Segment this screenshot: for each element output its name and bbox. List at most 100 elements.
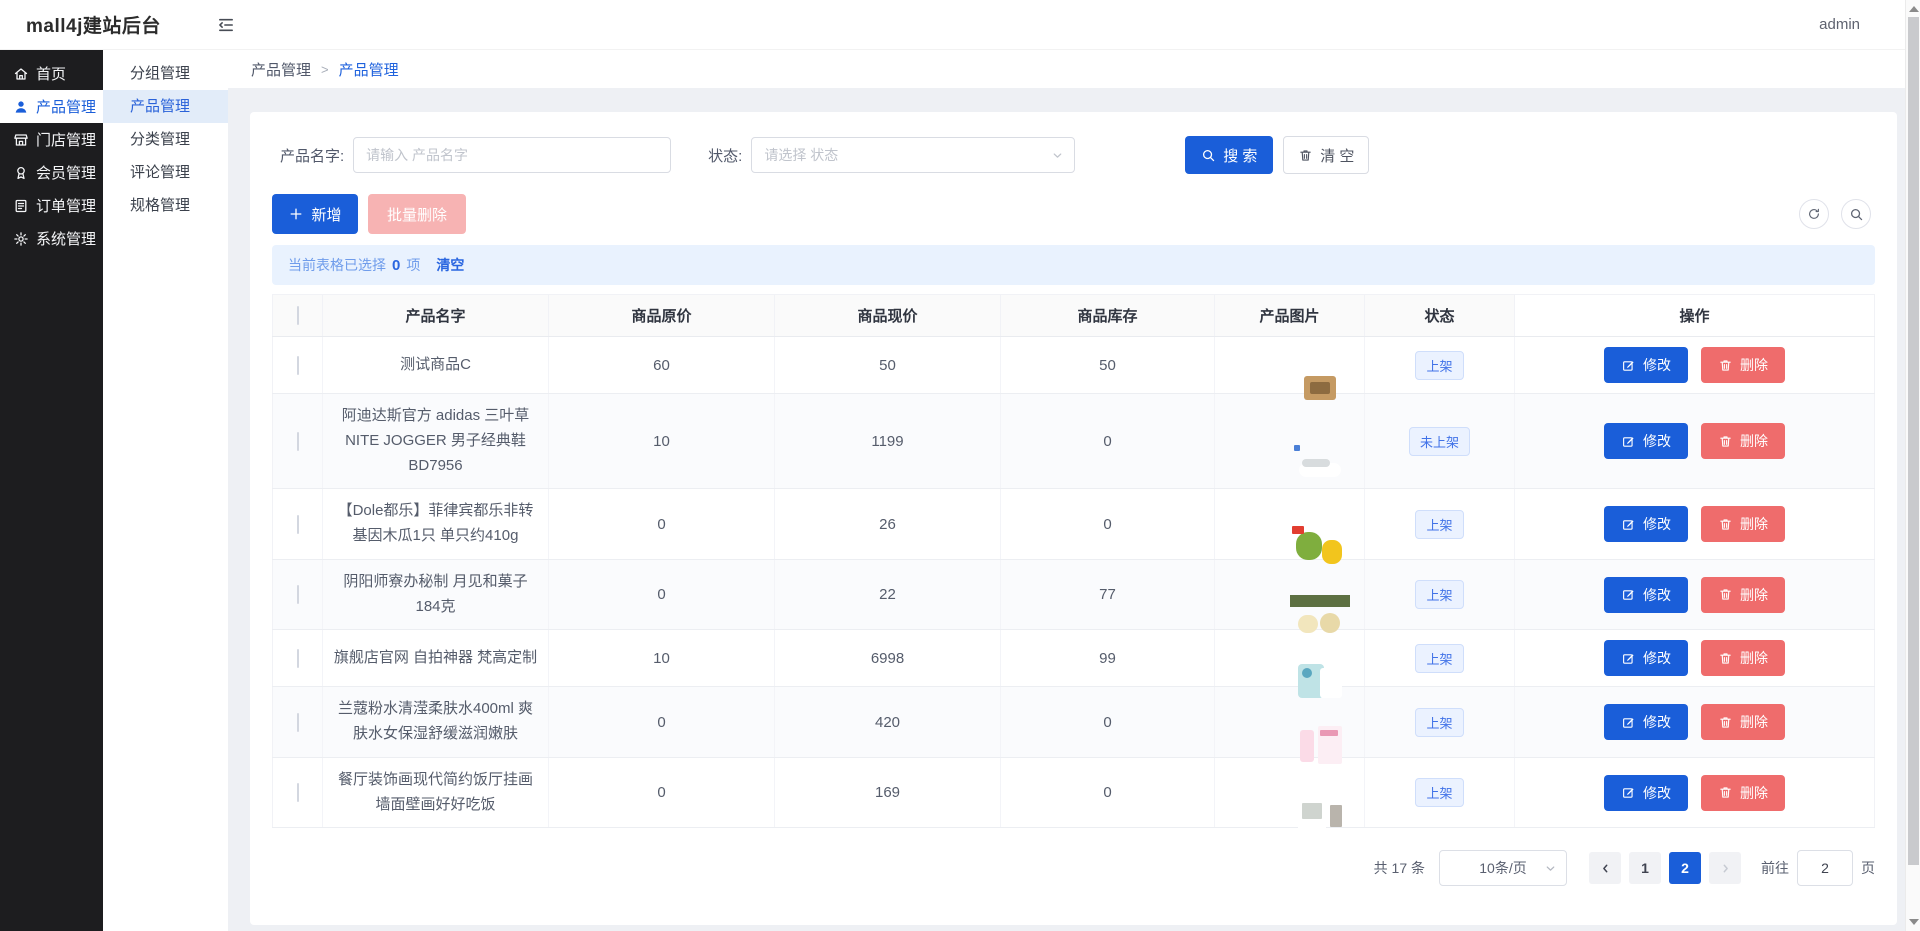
trash-icon <box>1718 651 1733 666</box>
submenu-item-评论管理[interactable]: 评论管理 <box>103 156 228 189</box>
original-price-cell: 0 <box>549 489 775 560</box>
delete-button[interactable]: 删除 <box>1701 704 1785 740</box>
submenu-item-分类管理[interactable]: 分类管理 <box>103 123 228 156</box>
delete-button[interactable]: 删除 <box>1701 423 1785 459</box>
sidebar-item-门店管理[interactable]: 门店管理 <box>0 123 103 156</box>
edit-button-label: 修改 <box>1643 585 1671 605</box>
clear-filters-button[interactable]: 清 空 <box>1283 136 1369 174</box>
sidebar-item-label: 会员管理 <box>36 162 96 183</box>
delete-button[interactable]: 删除 <box>1701 775 1785 811</box>
scrollbar-thumb[interactable] <box>1908 17 1919 865</box>
table-row: 【Dole都乐】菲律宾都乐非转基因木瓜1只 单只约410g0260上架修改删除 <box>273 489 1875 560</box>
submenu-item-产品管理[interactable]: 产品管理 <box>103 90 228 123</box>
select-all-checkbox[interactable] <box>297 306 299 325</box>
search-button[interactable]: 搜 索 <box>1185 136 1273 174</box>
page-number-2[interactable]: 2 <box>1669 852 1701 884</box>
product-image-cell <box>1215 630 1365 687</box>
edit-button[interactable]: 修改 <box>1604 775 1688 811</box>
row-checkbox[interactable] <box>297 713 299 732</box>
delete-button-label: 删除 <box>1740 431 1768 451</box>
edit-button-label: 修改 <box>1643 648 1671 668</box>
refresh-icon <box>1807 207 1821 221</box>
current-price-cell: 26 <box>775 489 1001 560</box>
scroll-down-icon[interactable] <box>1909 919 1919 925</box>
edit-icon <box>1621 715 1636 730</box>
stock-cell: 77 <box>1001 559 1215 630</box>
selection-clear-link[interactable]: 清空 <box>436 255 464 275</box>
next-page-button[interactable] <box>1709 852 1741 884</box>
toolbar-row: 新增 批量删除 <box>272 194 1875 234</box>
sidebar-item-订单管理[interactable]: 订单管理 <box>0 189 103 222</box>
status-badge: 上架 <box>1415 510 1463 539</box>
edit-button[interactable]: 修改 <box>1604 704 1688 740</box>
row-checkbox[interactable] <box>297 515 299 534</box>
actions-cell: 修改 删除 <box>1515 559 1875 630</box>
submenu-item-分组管理[interactable]: 分组管理 <box>103 57 228 90</box>
vertical-scrollbar[interactable] <box>1905 0 1920 931</box>
shop-icon <box>13 132 29 148</box>
table-row: 餐厅装饰画现代简约饭厅挂画墙面壁画好好吃饭01690上架修改删除 <box>273 757 1875 828</box>
sidebar-item-会员管理[interactable]: 会员管理 <box>0 156 103 189</box>
selection-unit: 项 <box>406 255 420 275</box>
page-number-1[interactable]: 1 <box>1629 852 1661 884</box>
breadcrumb-item-current[interactable]: 产品管理 <box>339 59 399 80</box>
table-row: 阿迪达斯官方 adidas 三叶草 NITE JOGGER 男子经典鞋 BD79… <box>273 394 1875 489</box>
search-icon <box>1849 207 1864 222</box>
status-select-placeholder: 请选择 状态 <box>764 145 838 165</box>
original-price-cell: 0 <box>549 559 775 630</box>
product-name-cell: 餐厅装饰画现代简约饭厅挂画墙面壁画好好吃饭 <box>323 757 549 828</box>
submenu-item-规格管理[interactable]: 规格管理 <box>103 189 228 222</box>
row-select-cell <box>273 687 323 758</box>
sidebar-item-首页[interactable]: 首页 <box>0 57 103 90</box>
row-checkbox[interactable] <box>297 585 299 604</box>
refresh-button[interactable] <box>1799 199 1829 229</box>
row-checkbox[interactable] <box>297 783 299 802</box>
row-checkbox[interactable] <box>297 432 299 451</box>
edit-button[interactable]: 修改 <box>1604 506 1688 542</box>
member-icon <box>13 165 29 181</box>
edit-button[interactable]: 修改 <box>1604 423 1688 459</box>
edit-button[interactable]: 修改 <box>1604 347 1688 383</box>
scroll-up-icon[interactable] <box>1909 6 1919 12</box>
page-size-select[interactable]: 10条/页 <box>1439 850 1567 886</box>
status-badge: 上架 <box>1415 580 1463 609</box>
pager: 12 <box>1589 852 1741 884</box>
batch-delete-label: 批量删除 <box>387 204 447 225</box>
stock-cell: 0 <box>1001 394 1215 489</box>
product-name-input[interactable] <box>353 137 671 173</box>
main-area: 产品管理 > 产品管理 产品名字: 状态: 请选择 状态 搜 索 清 空 <box>228 50 1920 931</box>
edit-button[interactable]: 修改 <box>1604 640 1688 676</box>
delete-button[interactable]: 删除 <box>1701 506 1785 542</box>
edit-button[interactable]: 修改 <box>1604 577 1688 613</box>
row-select-cell <box>273 757 323 828</box>
filter-row: 产品名字: 状态: 请选择 状态 搜 索 清 空 <box>272 136 1875 174</box>
breadcrumb-item-parent[interactable]: 产品管理 <box>251 59 311 80</box>
current-price-cell: 169 <box>775 757 1001 828</box>
gear-icon <box>13 231 29 247</box>
delete-button[interactable]: 删除 <box>1701 577 1785 613</box>
sidebar-collapse-icon[interactable] <box>217 16 235 34</box>
goto-page-input[interactable] <box>1797 850 1853 886</box>
stock-cell: 0 <box>1001 757 1215 828</box>
product-image-cell <box>1215 489 1365 560</box>
batch-delete-button[interactable]: 批量删除 <box>368 194 466 234</box>
delete-button[interactable]: 删除 <box>1701 640 1785 676</box>
delete-button-label: 删除 <box>1740 648 1768 668</box>
row-checkbox[interactable] <box>297 649 299 668</box>
table-row: 兰蔻粉水清滢柔肤水400ml 爽肤水女保湿舒缓滋润嫩肤04200上架修改删除 <box>273 687 1875 758</box>
delete-button-label: 删除 <box>1740 355 1768 375</box>
status-select[interactable]: 请选择 状态 <box>751 137 1075 173</box>
sidebar-item-产品管理[interactable]: 产品管理 <box>0 90 103 123</box>
delete-button[interactable]: 删除 <box>1701 347 1785 383</box>
table-search-button[interactable] <box>1841 199 1871 229</box>
add-product-button[interactable]: 新增 <box>272 194 358 234</box>
status-label: 状态: <box>708 145 742 166</box>
current-user[interactable]: admin <box>1819 16 1860 33</box>
sidebar-item-系统管理[interactable]: 系统管理 <box>0 222 103 255</box>
edit-icon <box>1621 651 1636 666</box>
delete-button-label: 删除 <box>1740 585 1768 605</box>
prev-page-button[interactable] <box>1589 852 1621 884</box>
status-badge: 上架 <box>1415 351 1463 380</box>
current-price-cell: 50 <box>775 337 1001 394</box>
row-checkbox[interactable] <box>297 356 299 375</box>
